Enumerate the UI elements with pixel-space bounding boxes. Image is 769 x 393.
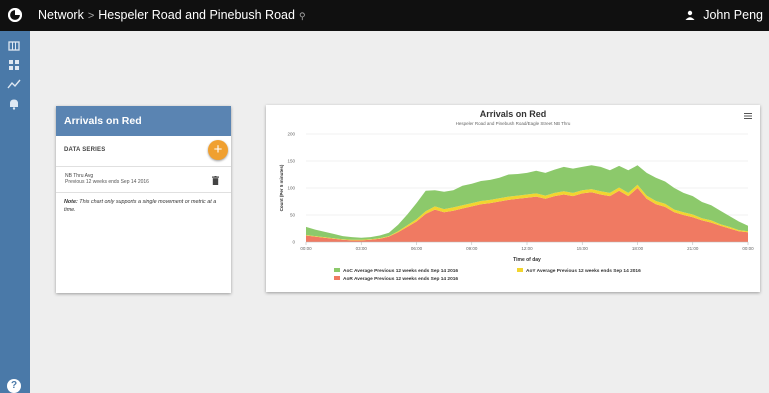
divider bbox=[56, 192, 231, 193]
y-tick-label: 50 bbox=[290, 213, 296, 218]
breadcrumb-separator: > bbox=[87, 10, 95, 22]
breadcrumb-location[interactable]: Hespeler Road and Pinebush Road bbox=[98, 8, 295, 22]
x-axis-title: Time of day bbox=[513, 257, 541, 263]
series-description: Previous 12 weeks ends Sep 14 2016 bbox=[65, 179, 149, 185]
x-tick-label: 12:00 bbox=[521, 246, 533, 251]
search-icon[interactable]: ⚲ bbox=[299, 11, 306, 21]
note-text: This chart only supports a single moveme… bbox=[64, 199, 217, 213]
x-tick-label: 18:00 bbox=[632, 246, 644, 251]
bell-icon[interactable] bbox=[7, 97, 21, 111]
chart-line-icon[interactable] bbox=[7, 77, 21, 91]
x-tick-label: 03:00 bbox=[356, 246, 368, 251]
breadcrumb-network[interactable]: Network bbox=[38, 8, 84, 22]
legend-label: AoY Average Previous 12 weeks ends Sep 1… bbox=[526, 268, 641, 274]
sidebar: ? bbox=[0, 31, 30, 393]
app-logo-icon[interactable] bbox=[8, 8, 22, 22]
add-series-button[interactable]: + bbox=[208, 140, 228, 160]
user-menu[interactable]: John Peng bbox=[685, 8, 763, 22]
x-tick-label: 21:00 bbox=[687, 246, 699, 251]
legend-swatch bbox=[334, 276, 340, 280]
legend-swatch bbox=[517, 268, 523, 272]
data-series-heading: DATA SERIES bbox=[64, 147, 106, 153]
help-icon[interactable]: ? bbox=[7, 379, 21, 393]
x-tick-label: 09:00 bbox=[466, 246, 478, 251]
user-name: John Peng bbox=[703, 8, 763, 22]
panel-note: Note: This chart only supports a single … bbox=[64, 198, 224, 214]
dashboard-icon[interactable] bbox=[7, 58, 21, 72]
person-icon bbox=[685, 10, 695, 20]
panel-title: Arrivals on Red bbox=[56, 106, 231, 136]
breadcrumb: Network > Hespeler Road and Pinebush Road ⚲ bbox=[38, 8, 306, 22]
chart-panel: Arrivals on Red Hespeler Road and Pinebu… bbox=[266, 105, 760, 292]
top-bar: Network > Hespeler Road and Pinebush Road ⚲… bbox=[0, 0, 769, 31]
y-tick-label: 0 bbox=[292, 240, 295, 245]
divider bbox=[56, 166, 231, 167]
x-tick-label: 06:00 bbox=[411, 246, 423, 251]
data-series-panel: Arrivals on Red DATA SERIES + NB Thru Av… bbox=[56, 106, 231, 293]
arrivals-chart: 0 50 100 150 200 00:00 03:00 06:00 09:00 12:00 15:… bbox=[279, 132, 754, 283]
note-label: Note: bbox=[64, 199, 78, 205]
map-icon[interactable] bbox=[7, 39, 21, 53]
y-tick-label: 150 bbox=[287, 159, 295, 164]
y-axis-title: Count (Per 5 minutes) bbox=[279, 164, 284, 211]
x-tick-label: 00:00 bbox=[742, 246, 754, 251]
y-tick-label: 200 bbox=[287, 132, 295, 137]
y-tick-label: 100 bbox=[287, 186, 295, 191]
legend-swatch bbox=[334, 268, 340, 272]
x-tick-label: 00:00 bbox=[300, 246, 312, 251]
delete-series-icon[interactable] bbox=[212, 176, 219, 185]
legend-label: AoC Average Previous 12 weeks ends Sep 1… bbox=[343, 268, 458, 274]
x-tick-label: 15:00 bbox=[577, 246, 589, 251]
legend-label: AoR Average Previous 12 weeks ends Sep 1… bbox=[343, 276, 458, 282]
